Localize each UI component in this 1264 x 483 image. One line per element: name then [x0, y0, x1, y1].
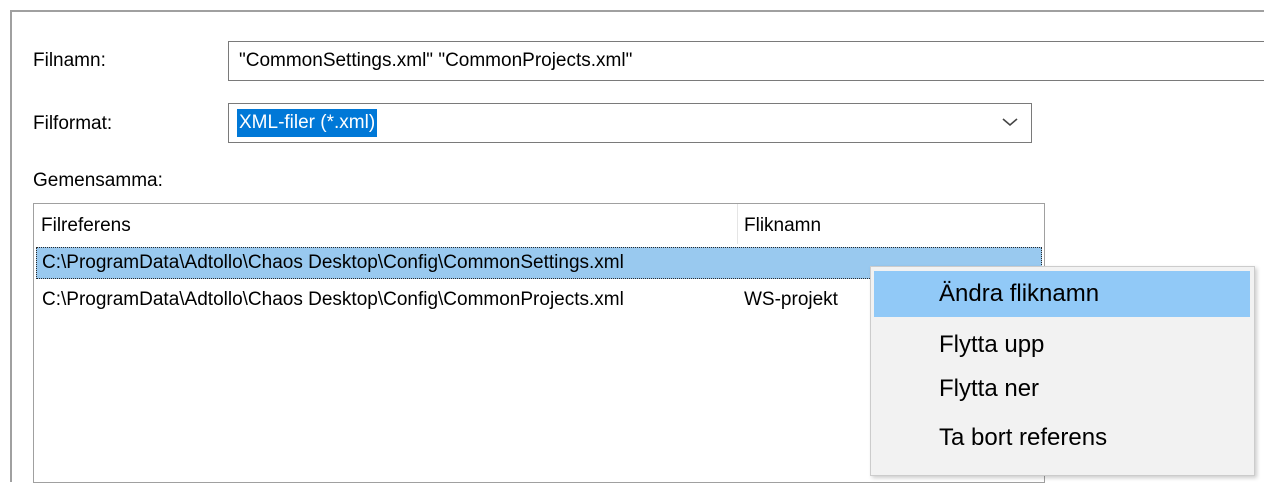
column-header-filreferens[interactable]: Filreferens — [34, 204, 737, 244]
row-path: C:\ProgramData\Adtollo\Chaos Desktop\Con… — [42, 252, 624, 273]
format-value: XML-filer (*.xml) — [237, 109, 378, 137]
row-tab: WS-projekt — [744, 289, 838, 310]
filename-input[interactable]: "CommonSettings.xml" "CommonProjects.xml… — [228, 41, 1264, 81]
menu-item-move-down[interactable]: Flytta ner — [874, 366, 1250, 412]
row-path: C:\ProgramData\Adtollo\Chaos Desktop\Con… — [42, 289, 624, 310]
chevron-down-icon — [1002, 118, 1018, 127]
column-header-fliknamn[interactable]: Fliknamn — [737, 204, 1042, 244]
format-select[interactable]: XML-filer (*.xml) — [228, 103, 1032, 143]
common-label: Gemensamma: — [33, 170, 163, 191]
menu-item-move-up[interactable]: Flytta upp — [874, 322, 1250, 368]
context-menu: Ändra fliknamn Flytta upp Flytta ner Ta … — [870, 266, 1255, 476]
menu-item-remove-reference[interactable]: Ta bort referens — [874, 415, 1250, 461]
menu-item-rename-tab[interactable]: Ändra fliknamn — [874, 271, 1250, 317]
filename-label: Filnamn: — [33, 50, 106, 71]
format-label: Filformat: — [33, 113, 113, 134]
